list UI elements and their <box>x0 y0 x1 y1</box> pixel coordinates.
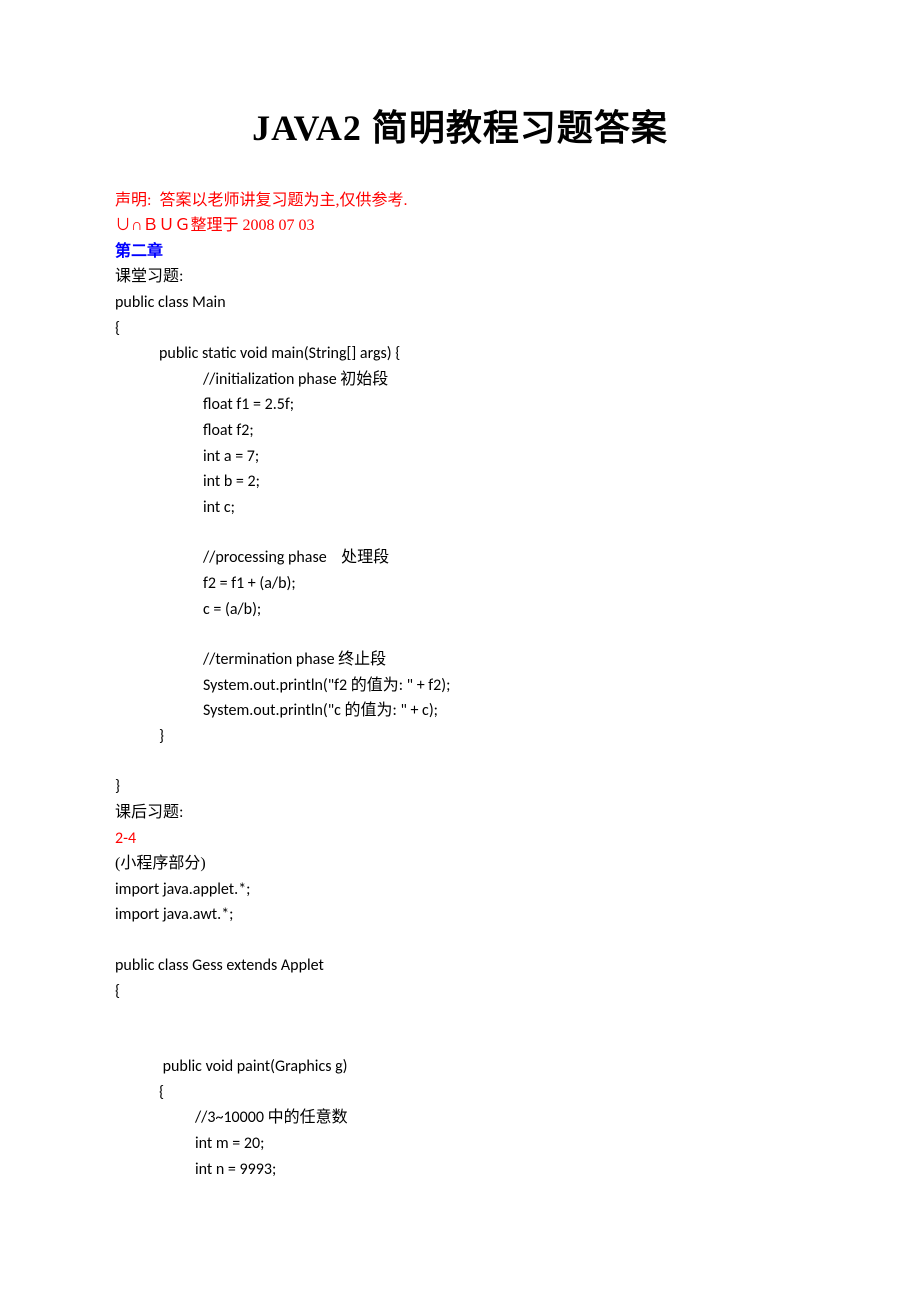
code-line: import java.applet.*; <box>115 877 805 903</box>
code-line: public class Main <box>115 290 805 316</box>
blank-line <box>115 1004 805 1029</box>
code-line: { <box>115 979 805 1005</box>
code-line: float f1 = 2.5f; <box>115 392 805 418</box>
code-line: int a = 7; <box>115 444 805 470</box>
exercise-number: 2-4 <box>115 826 805 852</box>
disclaimer-text: 声明: 答案以老师讲复习题为主,仅供参考. <box>115 188 805 214</box>
code-comment: //3~10000 中的任意数 <box>115 1105 805 1131</box>
code-line: System.out.println("f2 的值为: " + f2); <box>115 673 805 699</box>
code-line: int n = 9993; <box>115 1157 805 1183</box>
code-comment: //initialization phase 初始段 <box>115 367 805 393</box>
code-line: public void paint(Graphics g) <box>115 1054 805 1080</box>
blank-line <box>115 749 805 774</box>
blank-line <box>115 928 805 953</box>
blank-line <box>115 1029 805 1054</box>
code-line: import java.awt.*; <box>115 902 805 928</box>
section-label: 课后习题: <box>115 800 805 826</box>
code-line: float f2; <box>115 418 805 444</box>
code-line: System.out.println("c 的值为: " + c); <box>115 698 805 724</box>
code-line: { <box>115 316 805 342</box>
code-line: { <box>115 1080 805 1106</box>
document-title: JAVA2 简明教程习题答案 <box>115 100 805 158</box>
blank-line <box>115 520 805 545</box>
applet-label: (小程序部分) <box>115 851 805 877</box>
code-line: } <box>115 724 805 750</box>
code-line: public class Gess extends Applet <box>115 953 805 979</box>
blank-line <box>115 622 805 647</box>
code-line: c = (a/b); <box>115 597 805 623</box>
chapter-heading: 第二章 <box>115 239 805 265</box>
code-line: f2 = f1 + (a/b); <box>115 571 805 597</box>
code-line: } <box>115 774 805 800</box>
code-comment: //termination phase 终止段 <box>115 647 805 673</box>
author-note: ∪∩ＢＵＧ整理于 2008 07 03 <box>115 213 805 239</box>
code-line: int m = 20; <box>115 1131 805 1157</box>
code-comment: //processing phase 处理段 <box>115 545 805 571</box>
section-label: 课堂习题: <box>115 264 805 290</box>
code-line: int c; <box>115 495 805 521</box>
code-line: int b = 2; <box>115 469 805 495</box>
code-line: public static void main(String[] args) { <box>115 341 805 367</box>
